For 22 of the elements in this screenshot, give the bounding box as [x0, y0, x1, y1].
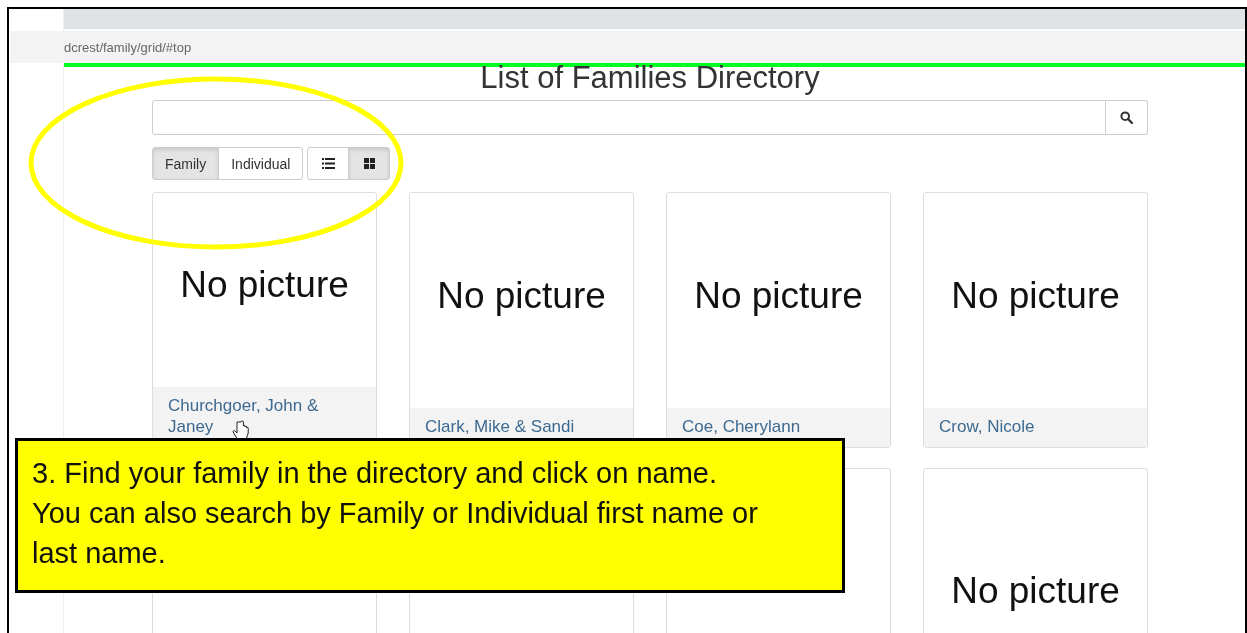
- list-view-button[interactable]: [307, 147, 350, 180]
- address-bar[interactable]: dcrest/family/grid/#top: [10, 31, 1245, 63]
- grid-view-button[interactable]: [348, 147, 391, 180]
- no-picture-text: No picture: [951, 570, 1120, 612]
- no-picture-text: No picture: [437, 274, 606, 317]
- family-card[interactable]: No picture Crow, Nicole: [923, 192, 1148, 448]
- no-picture-text: No picture: [951, 274, 1120, 317]
- mode-toggle-button[interactable]: Family: [152, 147, 220, 180]
- url-text: dcrest/family/grid/#top: [64, 39, 192, 55]
- search-icon: [1120, 111, 1133, 124]
- hand-cursor-icon: [232, 420, 249, 440]
- instruction-tooltip: 3. Find your family in the directory and click on name. You can also search by Family or Individual first name or last name.: [15, 438, 845, 593]
- page-title: List of Families Directory: [480, 63, 820, 93]
- no-picture-text: No picture: [694, 274, 863, 317]
- search-field[interactable]: [152, 100, 1106, 135]
- grid-icon: [363, 158, 375, 169]
- family-card[interactable]: No picture: [923, 468, 1148, 633]
- mode-toggle-button[interactable]: Individual: [218, 147, 304, 180]
- family-card[interactable]: No picture Coe, Cherylann: [666, 192, 891, 448]
- search-button[interactable]: [1106, 100, 1148, 135]
- list-icon: [321, 158, 335, 169]
- no-picture-text: No picture: [180, 264, 349, 306]
